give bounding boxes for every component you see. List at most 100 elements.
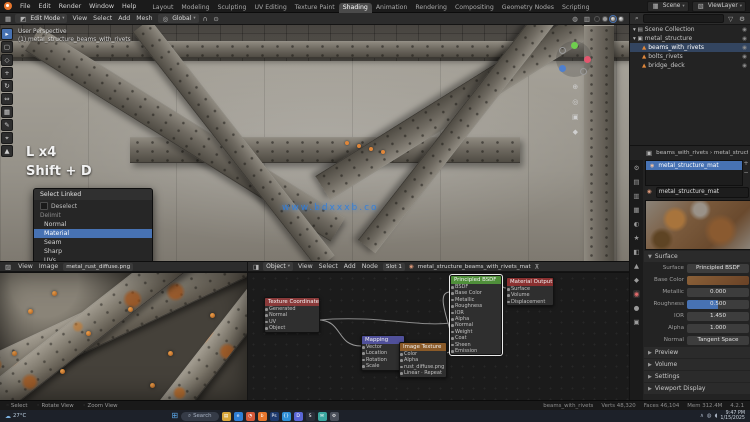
node-socket-row[interactable]: Scale [362, 363, 404, 369]
image-editor-icon[interactable]: ▨ [3, 263, 13, 271]
taskbar-app-icon[interactable]: b [257, 411, 267, 421]
taskbar-app-icon[interactable]: S [305, 411, 315, 421]
shading-rendered-button[interactable] [618, 15, 624, 22]
tool-button[interactable]: + [1, 67, 13, 79]
image-editor-menu-item[interactable]: View [15, 263, 36, 270]
orientation-selector[interactable]: ◎ Global [157, 14, 199, 23]
tool-button[interactable]: ▸ [1, 28, 13, 40]
material-slot[interactable]: ◉ metal_structure_mat [646, 161, 742, 170]
topbar-menu-item[interactable]: Edit [35, 3, 55, 10]
outliner-row[interactable]: ▾ ▣ metal_structure ◉ [630, 34, 750, 43]
workspace-tab[interactable]: Sculpting [214, 3, 251, 13]
taskbar-app-icon[interactable]: ⚙ [329, 411, 339, 421]
weather-widget[interactable]: ☁ 27°C [5, 413, 26, 420]
property-value-field[interactable]: 0.500 [687, 299, 749, 309]
outliner-row[interactable]: ▾ ▤ Scene Collection ◉ [630, 25, 750, 34]
topbar-menu-item[interactable]: Render [55, 3, 85, 10]
remove-slot-button[interactable]: − [743, 169, 748, 176]
collapsed-section-header[interactable]: ▶ Preview [644, 347, 750, 358]
viewport-nav-button[interactable]: ◎ [572, 98, 579, 106]
workspace-tab[interactable]: UV Editing [250, 3, 290, 13]
node-editor-icon[interactable]: ◨ [251, 263, 261, 271]
workspace-tab[interactable]: Animation [372, 3, 412, 13]
blender-logo-icon[interactable] [4, 2, 12, 10]
editor-type-icon[interactable]: ▦ [3, 15, 13, 23]
node-editor-menu-item[interactable]: View [295, 263, 316, 270]
xray-icon[interactable]: ▥ [582, 15, 592, 23]
popup-item[interactable]: Seam [34, 238, 152, 247]
overlays-icon[interactable]: ◍ [570, 15, 580, 23]
shading-wireframe-button[interactable] [594, 15, 600, 22]
start-button[interactable]: ⊞ [171, 412, 178, 420]
collapsed-section-header[interactable]: ▶ Viewport Display [644, 383, 750, 394]
pin-icon[interactable]: ⊼ [533, 263, 542, 271]
visibility-eye-icon[interactable]: ◉ [742, 54, 747, 60]
taskbar-search[interactable]: ⌕ Search [181, 411, 219, 421]
outliner-search-input[interactable] [642, 14, 725, 23]
property-value-field[interactable] [687, 275, 749, 285]
visibility-eye-icon[interactable]: ◉ [742, 27, 747, 33]
workspace-tab[interactable]: Scripting [558, 3, 594, 13]
properties-tab[interactable]: ★ [634, 234, 640, 242]
topbar-menu-item[interactable]: File [16, 3, 35, 10]
node-socket-row[interactable]: Linear · Repeat [400, 370, 446, 376]
workspace-tab[interactable]: Compositing [451, 3, 498, 13]
workspace-tab[interactable]: Rendering [411, 3, 451, 13]
viewport-menu-item[interactable]: View [69, 15, 90, 22]
property-value-field[interactable]: 1.000 [687, 323, 749, 333]
viewport-menu-item[interactable]: Select [90, 15, 115, 22]
property-value-field[interactable]: 1.450 [687, 311, 749, 321]
workspace-tab[interactable]: Texture Paint [291, 3, 339, 13]
scene-selector[interactable]: ▦ Scene [646, 0, 689, 12]
properties-tab[interactable]: ◐ [634, 220, 640, 228]
taskbar-app-icon[interactable]: D [293, 411, 303, 421]
properties-tab[interactable]: ▦ [633, 206, 639, 214]
workspace-tab[interactable]: Shading [338, 2, 372, 13]
tool-button[interactable]: ▲ [1, 145, 13, 157]
mode-selector[interactable]: ◩ Edit Mode [15, 14, 68, 23]
filter-icon[interactable]: ▽ [726, 15, 735, 23]
gizmo-axis-neg[interactable] [580, 68, 587, 75]
properties-tab[interactable]: ▥ [633, 192, 639, 200]
tray-icon[interactable]: ◖ [715, 413, 718, 419]
workspace-tab[interactable]: Geometry Nodes [498, 3, 558, 13]
node-socket-row[interactable]: Object [265, 325, 319, 331]
topbar-menu-item[interactable]: Help [118, 3, 140, 10]
viewport-nav-button[interactable]: ▣ [572, 113, 579, 121]
node-editor-canvas[interactable]: Texture Coordinate Generated Normal UV Obje… [247, 273, 629, 400]
tool-button[interactable]: ⇔ [1, 93, 13, 105]
gizmo-axis-y[interactable] [571, 42, 578, 49]
tray-icon[interactable]: ∧ [700, 413, 704, 419]
section-header-surface[interactable]: ▼ Surface [644, 251, 750, 262]
shading-material-button[interactable] [610, 15, 616, 22]
taskbar-app-icon[interactable]: ◔ [245, 411, 255, 421]
node-texture-coordinate[interactable]: Texture Coordinate Generated Normal UV Obje… [264, 297, 320, 333]
tool-button[interactable]: ↻ [1, 80, 13, 92]
taskbar-app-icon[interactable]: {} [281, 411, 291, 421]
shader-type-selector[interactable]: Object [263, 262, 293, 271]
tool-button[interactable]: ✎ [1, 119, 13, 131]
workspace-tab[interactable]: Layout [148, 3, 177, 13]
tool-button[interactable]: ◇ [1, 54, 13, 66]
node-editor-menu-item[interactable]: Add [341, 263, 359, 270]
outliner-row[interactable]: ▲ beams_with_rivets ◉ [630, 43, 750, 52]
collapsed-section-header[interactable]: ▶ Volume [644, 359, 750, 370]
tool-button[interactable]: ⌖ [1, 132, 13, 144]
viewport-menu-item[interactable]: Mesh [133, 15, 155, 22]
deselect-checkbox-row[interactable]: Deselect [34, 200, 152, 212]
visibility-eye-icon[interactable]: ◉ [742, 36, 747, 42]
node-editor-menu-item[interactable]: Select [316, 263, 341, 270]
popup-item[interactable]: Normal [34, 220, 152, 229]
gizmo-axis-z[interactable] [559, 65, 566, 72]
node-editor-menu-item[interactable]: Node [359, 263, 381, 270]
popup-item[interactable]: Material [34, 229, 152, 238]
property-value-field[interactable]: 0.000 [687, 287, 749, 297]
properties-tab[interactable]: ⚙ [634, 164, 640, 172]
node-principled-bsdf[interactable]: Principled BSDF BSDF Base Color Metallic Ro… [449, 273, 503, 357]
gizmo-axis-x[interactable] [584, 56, 591, 63]
material-slot-selector[interactable]: Slot 1 [382, 262, 405, 271]
viewport-menu-item[interactable]: Add [115, 15, 133, 22]
shading-solid-button[interactable] [602, 15, 608, 22]
taskbar-app-icon[interactable]: ✉ [317, 411, 327, 421]
visibility-eye-icon[interactable]: ◉ [742, 63, 747, 69]
